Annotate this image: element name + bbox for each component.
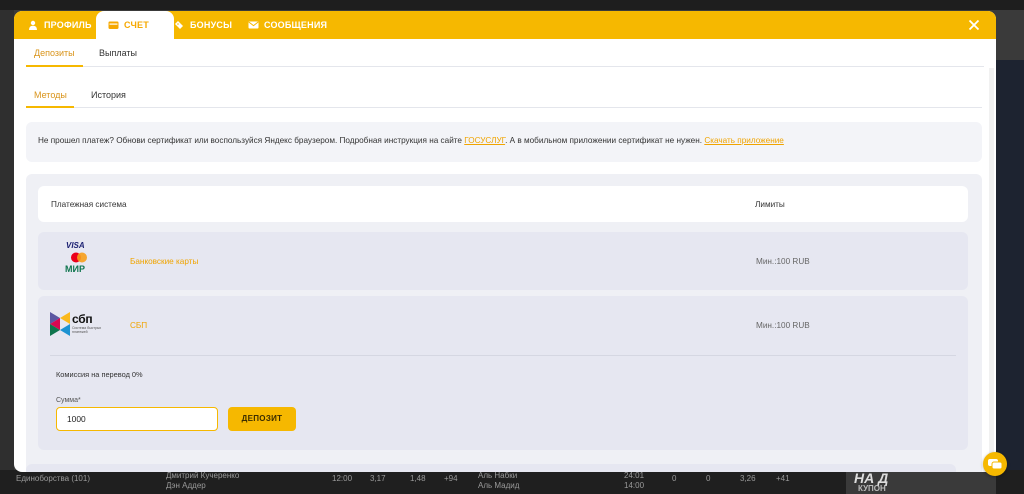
scrollbar-track[interactable] (989, 68, 994, 472)
table-header: Платежная система Лимиты (38, 186, 968, 222)
user-icon (28, 20, 38, 30)
sbp-subtext: Система быстрых платежей (72, 326, 102, 334)
notice-text: . А в мобильном приложении сертификат не… (505, 136, 705, 145)
tab-bonuses[interactable]: БОНУСЫ (162, 11, 244, 39)
download-app-link[interactable]: Скачать приложение (704, 136, 784, 145)
subnav: Депозиты Выплаты (26, 39, 984, 67)
payment-method-row[interactable]: VISA МИР Банковские карты Мин.:100 RUB (38, 232, 968, 290)
payment-notice: Не прошел платеж? Обнови сертификат или … (26, 122, 982, 162)
tab-label: ПРОФИЛЬ (44, 20, 92, 30)
modal-content[interactable]: Методы История Не прошел платеж? Обнови … (14, 68, 996, 472)
bg-player: Аль Мадид (478, 481, 520, 490)
commission-text: Комиссия на перевод 0% (56, 370, 143, 379)
mastercard-icon (71, 252, 87, 263)
tab-messages[interactable]: СООБЩЕНИЯ (236, 11, 339, 39)
limit-label: Мин.: (756, 321, 777, 330)
background-topbar (0, 0, 1024, 10)
account-modal: ПРОФИЛЬ СЧЕТ БОНУСЫ СООБЩЕНИЯ Депозиты В… (14, 11, 996, 472)
payment-method-row[interactable] (26, 464, 956, 472)
tab-methods[interactable]: Методы (34, 90, 67, 100)
chat-icon[interactable] (983, 452, 1007, 476)
wallet-icon (108, 20, 119, 30)
ticket-icon (174, 20, 184, 30)
subnav-active-indicator (26, 65, 83, 67)
limit-value: 100 RUB (776, 321, 810, 330)
bg-odd: +41 (776, 474, 790, 483)
background-right-column (996, 60, 1024, 494)
payment-method-name[interactable]: Банковские карты (130, 257, 198, 266)
payment-method-row-expanded: сбп Система быстрых платежей СБП Мин.:10… (38, 296, 968, 450)
subnav-withdrawals[interactable]: Выплаты (99, 48, 137, 58)
background-coupon: НА Д КУПОН (846, 470, 996, 494)
envelope-icon (248, 20, 259, 30)
payment-method-limit: Мин.:100 RUB (756, 321, 810, 330)
bg-odd: +94 (444, 474, 458, 483)
sum-label: Сумма* (56, 397, 81, 404)
tab-label: СЧЕТ (124, 20, 149, 30)
bg-player: Дэн Аддер (166, 481, 206, 490)
notice-text: Не прошел платеж? Обнови сертификат или … (38, 136, 465, 145)
tab-label: СООБЩЕНИЯ (264, 20, 328, 30)
limit-label: Мин.: (756, 257, 777, 266)
gosuslugi-link[interactable]: ГОСУСЛУГ (464, 136, 505, 145)
tab-profile[interactable]: ПРОФИЛЬ (16, 11, 104, 39)
sum-input[interactable] (56, 407, 218, 431)
close-icon[interactable] (966, 17, 982, 33)
payment-method-name[interactable]: СБП (130, 321, 147, 330)
visa-mastercard-mir-logo: VISA МИР (50, 241, 100, 281)
sbp-logo[interactable]: сбп Система быстрых платежей (50, 310, 101, 350)
bg-score: 14:00 (624, 481, 645, 490)
tab-history[interactable]: История (91, 90, 126, 100)
sbp-mark-icon (50, 312, 70, 336)
row-divider (50, 355, 956, 356)
bg-odd: 0 (706, 474, 711, 483)
methods-active-indicator (26, 106, 74, 108)
bg-odd: 0 (672, 474, 677, 483)
bg-score: 24:01 (624, 471, 645, 480)
subnav-deposits[interactable]: Депозиты (34, 48, 75, 58)
bg-time: 12:00 (332, 474, 353, 483)
sbp-text: сбп (72, 312, 93, 326)
mir-text: МИР (65, 264, 85, 274)
limit-value: 100 RUB (776, 257, 810, 266)
bg-player: Аль Набки (478, 471, 518, 480)
tab-label: БОНУСЫ (190, 20, 233, 30)
bg-odd: 1,48 (410, 474, 426, 483)
bg-player: Дмитрий Кучеренко (166, 471, 240, 480)
deposit-button[interactable]: ДЕПОЗИТ (228, 407, 296, 431)
payment-method-limit: Мин.:100 RUB (756, 257, 810, 266)
payment-methods-panel: Платежная система Лимиты VISA МИР Банков… (26, 174, 982, 472)
modal-header: ПРОФИЛЬ СЧЕТ БОНУСЫ СООБЩЕНИЯ (14, 11, 996, 39)
visa-text: VISA (66, 241, 85, 250)
col-payment-system: Платежная система (51, 200, 127, 209)
bg-sport-category: Единоборства (101) (16, 474, 90, 483)
bg-kupon-label: КУПОН (858, 484, 886, 493)
background-left-column (0, 10, 14, 494)
col-limits: Лимиты (755, 200, 785, 209)
methods-tabs: Методы История (26, 82, 982, 108)
bg-odd: 3,17 (370, 474, 386, 483)
bg-odd: 3,26 (740, 474, 756, 483)
